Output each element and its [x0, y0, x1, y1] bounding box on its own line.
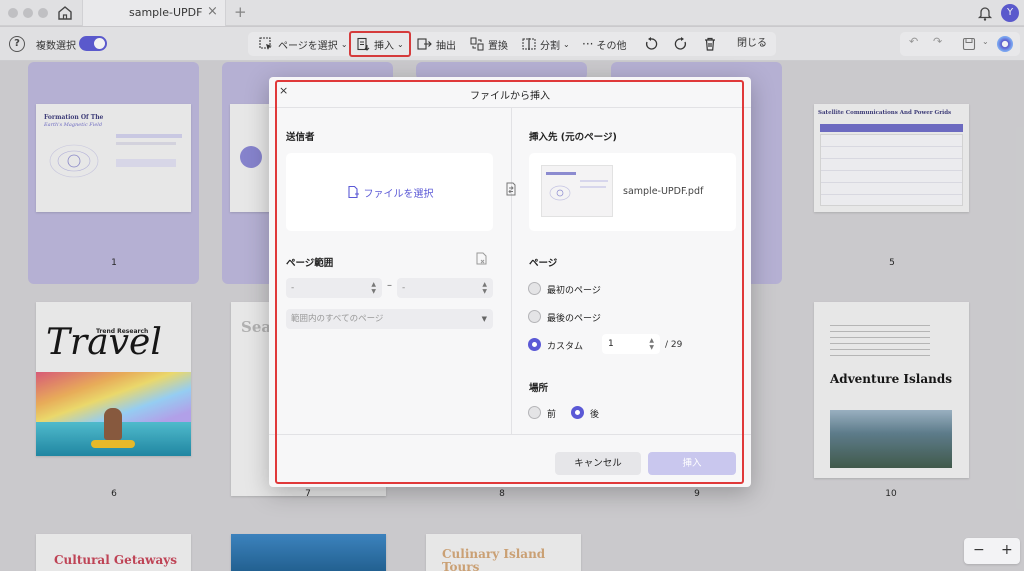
swap-icon[interactable] — [503, 181, 519, 197]
range-dash: – — [387, 280, 392, 291]
chevron-down-icon: ▼ — [481, 315, 487, 323]
range-from-value: - — [291, 283, 295, 293]
total-pages: / 29 — [665, 340, 683, 350]
page-label: ページ — [529, 258, 558, 269]
radio-after[interactable] — [571, 406, 584, 419]
thumb-text-line — [546, 172, 576, 175]
range-from-input[interactable]: - ▲ ▼ — [286, 278, 382, 298]
insert-confirm-button[interactable]: 挿入 — [648, 452, 736, 475]
location-label: 場所 — [529, 383, 549, 394]
stepper-icon[interactable]: ▲ ▼ — [649, 337, 654, 351]
radio-custom[interactable] — [528, 338, 541, 351]
target-file-card: sample-UPDF.pdf — [529, 153, 736, 231]
radio-last-page[interactable] — [528, 310, 541, 323]
magnetic-field-figure — [549, 185, 571, 201]
thumb-text-line — [580, 180, 608, 182]
first-page-label: 最初のページ — [547, 286, 601, 296]
choose-file-label: ファイルを選択 — [363, 188, 434, 200]
target-file-thumbnail — [541, 165, 613, 217]
target-file-name: sample-UPDF.pdf — [623, 186, 704, 197]
custom-label: カスタム — [547, 342, 584, 352]
range-to-value: - — [402, 283, 406, 293]
divider — [511, 108, 512, 434]
range-select[interactable]: 範囲内のすべてのページ ▼ — [286, 309, 493, 329]
target-label: 挿入先 (元のページ) — [529, 132, 617, 143]
radio-before[interactable] — [528, 406, 541, 419]
page-range-label: ページ範囲 — [286, 258, 334, 269]
insert-from-file-dialog: × ファイルから挿入 送信者 ファイルを選択 ページ範囲 - ▲ ▼ – - ▲ ▼… — [269, 77, 751, 487]
divider — [269, 434, 751, 435]
page-range-icon[interactable] — [475, 251, 489, 267]
zoom-in-button[interactable]: + — [1001, 542, 1013, 558]
sender-label: 送信者 — [286, 132, 315, 143]
after-label: 後 — [590, 410, 600, 420]
custom-page-value: 1 — [608, 339, 614, 349]
dialog-title: ファイルから挿入 — [470, 91, 550, 102]
zoom-out-button[interactable]: − — [973, 542, 985, 558]
choose-file-button[interactable]: ファイルを選択 — [286, 153, 493, 231]
last-page-label: 最後のページ — [547, 314, 601, 324]
divider — [269, 107, 751, 108]
custom-page-input[interactable]: 1 ▲ ▼ — [602, 334, 660, 354]
file-add-icon — [347, 185, 359, 199]
stepper-icon[interactable]: ▲ ▼ — [482, 281, 487, 295]
thumb-text-line — [580, 186, 606, 188]
range-select-value: 範囲内のすべてのページ — [291, 314, 384, 324]
zoom-control: − + — [964, 538, 1020, 564]
radio-first-page[interactable] — [528, 282, 541, 295]
range-to-input[interactable]: - ▲ ▼ — [397, 278, 493, 298]
before-label: 前 — [547, 410, 557, 420]
cancel-button[interactable]: キャンセル — [555, 452, 641, 475]
stepper-icon[interactable]: ▲ ▼ — [371, 281, 376, 295]
